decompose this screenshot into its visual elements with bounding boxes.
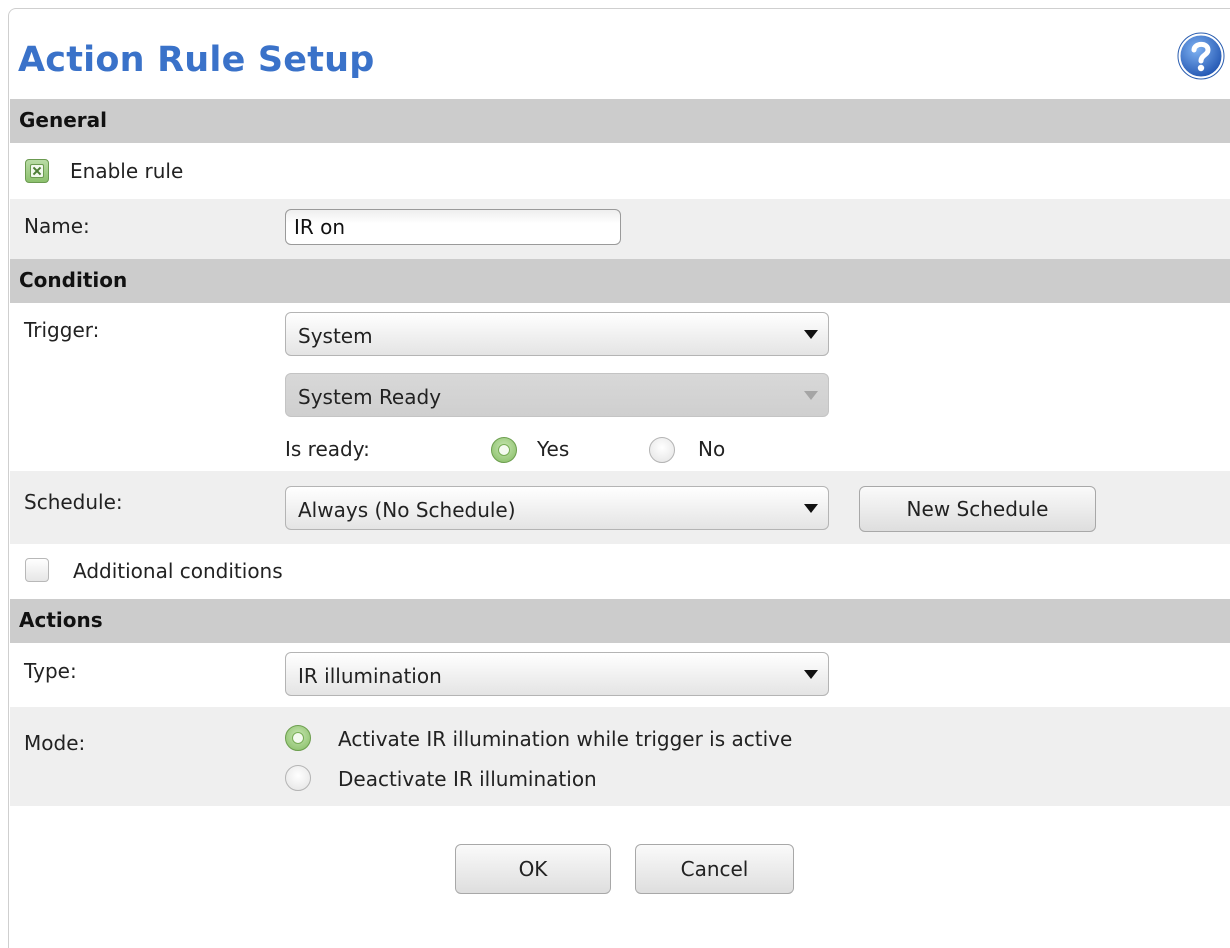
additional-conditions-label: Additional conditions xyxy=(73,559,283,583)
schedule-select[interactable]: Always (No Schedule) xyxy=(285,486,829,530)
trigger-label: Trigger: xyxy=(24,318,100,342)
additional-conditions-row: Additional conditions xyxy=(10,544,1230,599)
name-row: Name: xyxy=(10,199,1230,259)
is-ready-yes-label: Yes xyxy=(537,437,570,461)
mode-deactivate-label: Deactivate IR illumination xyxy=(338,767,597,791)
schedule-select-value: Always (No Schedule) xyxy=(298,498,516,522)
check-mark-icon xyxy=(30,164,44,178)
trigger-sub-select[interactable]: System Ready xyxy=(285,373,829,417)
mode-activate-label: Activate IR illumination while trigger i… xyxy=(338,727,793,751)
trigger-sub-select-value: System Ready xyxy=(298,385,442,409)
cancel-button[interactable]: Cancel xyxy=(635,844,794,894)
section-header-actions: Actions xyxy=(10,599,1230,643)
enable-rule-label: Enable rule xyxy=(70,159,184,183)
trigger-row: Trigger: System System Ready Is ready: Y… xyxy=(10,303,1230,471)
chevron-down-icon xyxy=(804,504,818,513)
name-input[interactable] xyxy=(285,209,621,245)
is-ready-label: Is ready: xyxy=(285,437,370,461)
type-select-value: IR illumination xyxy=(298,664,442,688)
is-ready-no-radio[interactable] xyxy=(649,437,675,463)
trigger-select-value: System xyxy=(298,324,373,348)
schedule-row: Schedule: Always (No Schedule) New Sched… xyxy=(10,471,1230,544)
enable-rule-row: Enable rule xyxy=(10,143,1230,199)
page-title: Action Rule Setup xyxy=(18,40,375,80)
chevron-down-icon xyxy=(804,391,818,400)
schedule-label: Schedule: xyxy=(24,490,123,514)
additional-conditions-checkbox[interactable] xyxy=(25,558,49,582)
new-schedule-button[interactable]: New Schedule xyxy=(859,486,1096,532)
is-ready-yes-radio[interactable] xyxy=(491,437,517,463)
radio-dot-icon xyxy=(498,444,510,456)
mode-label: Mode: xyxy=(24,731,86,755)
help-question-icon[interactable] xyxy=(1177,32,1225,80)
mode-deactivate-radio[interactable] xyxy=(285,765,311,791)
chevron-down-icon xyxy=(804,670,818,679)
trigger-select[interactable]: System xyxy=(285,312,829,356)
type-row: Type: IR illumination xyxy=(10,643,1230,707)
type-select[interactable]: IR illumination xyxy=(285,652,829,696)
ok-button[interactable]: OK xyxy=(455,844,611,894)
enable-rule-checkbox[interactable] xyxy=(25,159,49,183)
section-header-general: General xyxy=(10,99,1230,143)
mode-activate-radio[interactable] xyxy=(285,725,311,751)
radio-dot-icon xyxy=(292,732,304,744)
is-ready-no-label: No xyxy=(698,437,726,461)
name-label: Name: xyxy=(24,214,90,238)
type-label: Type: xyxy=(24,659,77,683)
mode-row: Mode: Activate IR illumination while tri… xyxy=(10,707,1230,806)
section-header-condition: Condition xyxy=(10,259,1230,303)
chevron-down-icon xyxy=(804,330,818,339)
